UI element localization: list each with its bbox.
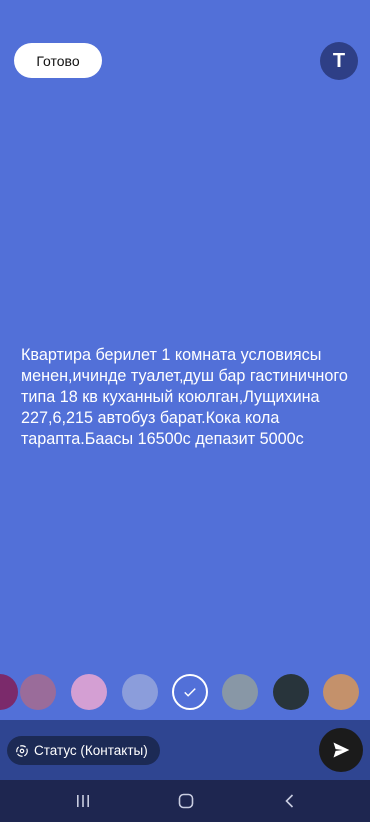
status-text[interactable]: Квартира берилет 1 комната условиясы мен… xyxy=(21,345,351,450)
color-swatch-tan[interactable] xyxy=(323,674,359,710)
text-style-button[interactable]: T xyxy=(320,42,358,80)
bottom-bar: Статус (Контакты) xyxy=(0,720,370,780)
audience-label: Статус (Контакты) xyxy=(34,743,148,758)
color-swatch-mauve[interactable] xyxy=(20,674,56,710)
back-icon xyxy=(285,794,294,808)
home-icon xyxy=(178,793,194,809)
color-swatch-pink[interactable] xyxy=(71,674,107,710)
color-swatch-periwinkle[interactable] xyxy=(122,674,158,710)
recent-apps-button[interactable] xyxy=(73,792,93,810)
back-button[interactable] xyxy=(280,792,300,810)
done-button[interactable]: Готово xyxy=(14,43,102,78)
home-button[interactable] xyxy=(176,792,196,810)
color-palette xyxy=(0,674,370,712)
send-icon xyxy=(333,742,350,758)
color-swatch-gray[interactable] xyxy=(222,674,258,710)
color-swatch-plum[interactable] xyxy=(0,674,18,710)
audience-chip[interactable]: Статус (Контакты) xyxy=(7,736,160,765)
status-icon xyxy=(16,744,28,757)
recent-apps-icon xyxy=(77,795,89,807)
check-icon xyxy=(184,688,196,697)
send-button[interactable] xyxy=(319,728,363,772)
navigation-bar xyxy=(0,780,370,822)
color-swatch-selected[interactable] xyxy=(172,674,208,710)
color-swatch-charcoal[interactable] xyxy=(273,674,309,710)
